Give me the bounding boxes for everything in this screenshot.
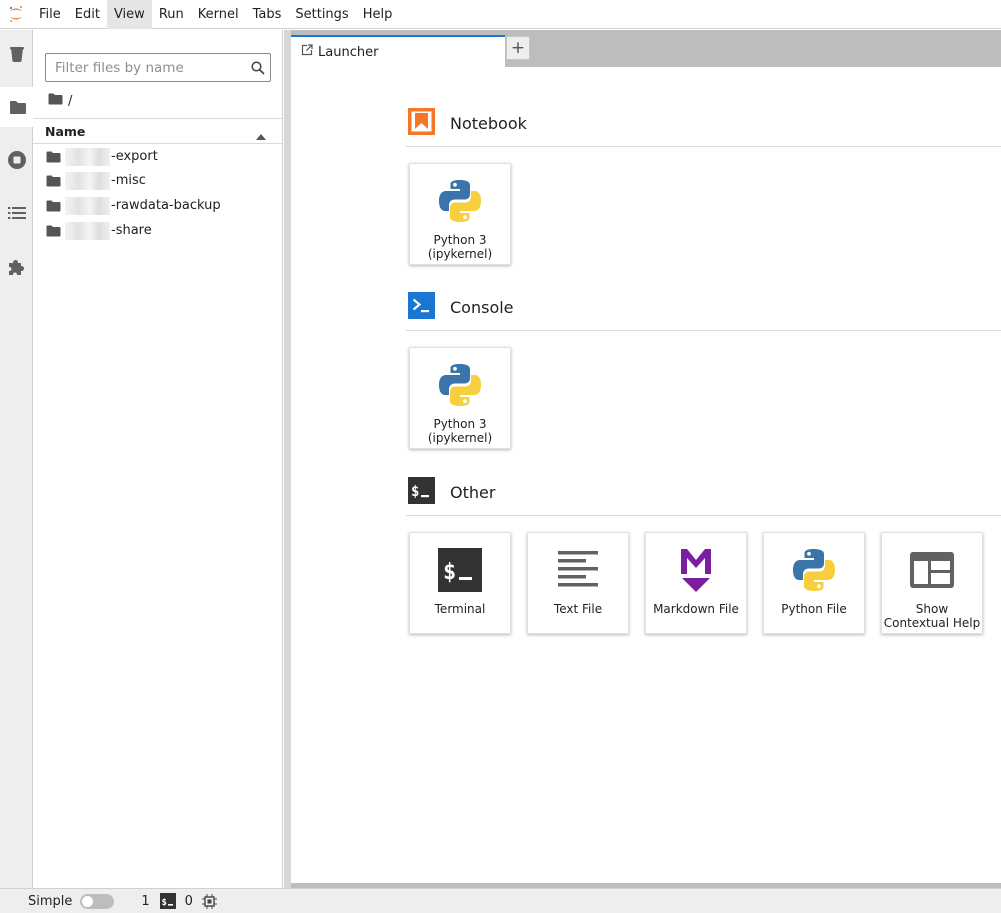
- python-logo-icon: [434, 175, 486, 227]
- tab-launcher[interactable]: Launcher: [291, 35, 505, 67]
- python-logo-icon: [434, 359, 486, 411]
- stop-circle-icon[interactable]: [0, 140, 33, 180]
- list-item[interactable]: -share: [33, 218, 282, 243]
- section-divider: [406, 146, 1001, 147]
- menu-tabs[interactable]: Tabs: [246, 0, 289, 29]
- new-launcher-button[interactable]: +: [506, 36, 530, 60]
- activity-bar: [0, 30, 33, 888]
- file-list-header[interactable]: Name: [33, 118, 282, 144]
- launcher-card-terminal[interactable]: $ Terminal: [409, 532, 511, 634]
- tab-label: Launcher: [318, 44, 379, 60]
- card-label: Python 3 (ipykernel): [427, 417, 493, 445]
- filter-files-input[interactable]: [46, 54, 246, 81]
- launcher-card-console-python3[interactable]: Python 3 (ipykernel): [409, 347, 511, 449]
- list-icon[interactable]: [0, 193, 33, 233]
- folder-icon: [46, 175, 61, 186]
- python-logo-icon: [788, 544, 840, 596]
- file-name: -share: [111, 223, 152, 238]
- puzzle-icon[interactable]: [0, 247, 33, 287]
- jupyter-logo-icon[interactable]: [0, 0, 32, 29]
- file-name: -misc: [111, 173, 146, 188]
- card-label: Show Contextual Help: [883, 602, 981, 630]
- notebook-section-icon: [408, 107, 435, 139]
- section-title: Other: [450, 482, 496, 502]
- section-console: Console: [408, 291, 1001, 323]
- console-section-icon: [408, 291, 435, 323]
- card-label: Text File: [553, 602, 603, 616]
- menu-settings[interactable]: Settings: [288, 0, 355, 29]
- status-bar: Simple 1 $ 0: [0, 888, 1001, 913]
- sort-ascending-icon[interactable]: [256, 128, 266, 143]
- card-label: Python File: [781, 602, 847, 616]
- redacted-text: [65, 171, 110, 190]
- column-name[interactable]: Name: [45, 124, 85, 139]
- menu-view[interactable]: View: [106, 0, 152, 29]
- folder-icon: [46, 151, 61, 162]
- folder-icon: [46, 225, 61, 236]
- launcher-card-markdown-file[interactable]: Markdown File: [645, 532, 747, 634]
- other-section-icon: $: [408, 476, 435, 508]
- menu-run[interactable]: Run: [152, 0, 191, 29]
- redacted-text: [65, 196, 110, 215]
- launcher-card-contextual-help[interactable]: Show Contextual Help: [881, 532, 983, 634]
- launcher-card-python-file[interactable]: Python File: [763, 532, 865, 634]
- file-name: -rawdata-backup: [111, 198, 221, 213]
- panel-splitter[interactable]: [284, 30, 291, 888]
- trash-icon[interactable]: [0, 34, 33, 74]
- redacted-text: [65, 147, 110, 166]
- svg-text:$: $: [443, 560, 456, 585]
- section-title: Notebook: [450, 113, 527, 133]
- breadcrumb: /: [48, 92, 72, 110]
- card-label: Markdown File: [653, 602, 739, 616]
- terminal-icon: $: [434, 544, 486, 596]
- simple-mode-toggle[interactable]: [80, 893, 115, 909]
- launcher-panel: Notebook Python 3 (ipykernel) Console Py…: [291, 67, 1001, 883]
- menu-help[interactable]: Help: [356, 0, 400, 29]
- section-divider: [406, 330, 1001, 331]
- list-item[interactable]: -rawdata-backup: [33, 193, 282, 218]
- text-file-icon: [552, 544, 604, 596]
- cpu-chip-icon[interactable]: [201, 893, 217, 909]
- root-folder-icon[interactable]: [48, 93, 63, 109]
- contextual-help-icon: [906, 544, 958, 596]
- kernels-count[interactable]: 1: [141, 894, 149, 909]
- menu-bar: File Edit View Run Kernel Tabs Settings …: [0, 0, 1001, 29]
- file-name: -export: [111, 149, 158, 164]
- redacted-text: [65, 221, 110, 240]
- section-divider: [406, 515, 1001, 516]
- launcher-card-notebook-python3[interactable]: Python 3 (ipykernel): [409, 163, 511, 265]
- terminals-count[interactable]: 0: [185, 894, 193, 909]
- folder-icon: [46, 200, 61, 211]
- section-title: Console: [450, 297, 514, 317]
- launcher-icon: [301, 44, 313, 60]
- list-item[interactable]: -misc: [33, 168, 282, 193]
- svg-text:$: $: [411, 484, 419, 500]
- breadcrumb-path[interactable]: /: [68, 94, 72, 109]
- card-label: Python 3 (ipykernel): [427, 233, 493, 261]
- file-filter: [45, 53, 271, 82]
- list-item[interactable]: -export: [33, 144, 282, 169]
- launcher-card-text-file[interactable]: Text File: [527, 532, 629, 634]
- menu-file[interactable]: File: [32, 0, 68, 29]
- menu-edit[interactable]: Edit: [68, 0, 107, 29]
- file-browser-panel: / Name -export -misc -rawdata-backup -sh…: [33, 30, 283, 888]
- section-other: $ Other: [408, 476, 1001, 508]
- card-label: Terminal: [434, 602, 486, 616]
- svg-text:$: $: [161, 898, 166, 908]
- menu-kernel[interactable]: Kernel: [191, 0, 246, 29]
- markdown-icon: [670, 544, 722, 596]
- folder-icon[interactable]: [0, 87, 33, 127]
- tab-bar: Launcher +: [291, 30, 1001, 67]
- search-icon[interactable]: [246, 60, 270, 75]
- section-notebook: Notebook: [408, 107, 1001, 139]
- main-dock-area: Launcher + Notebook Python 3 (ipykernel): [291, 30, 1001, 888]
- terminal-status-icon[interactable]: $: [159, 893, 176, 909]
- simple-mode-label: Simple: [28, 893, 73, 909]
